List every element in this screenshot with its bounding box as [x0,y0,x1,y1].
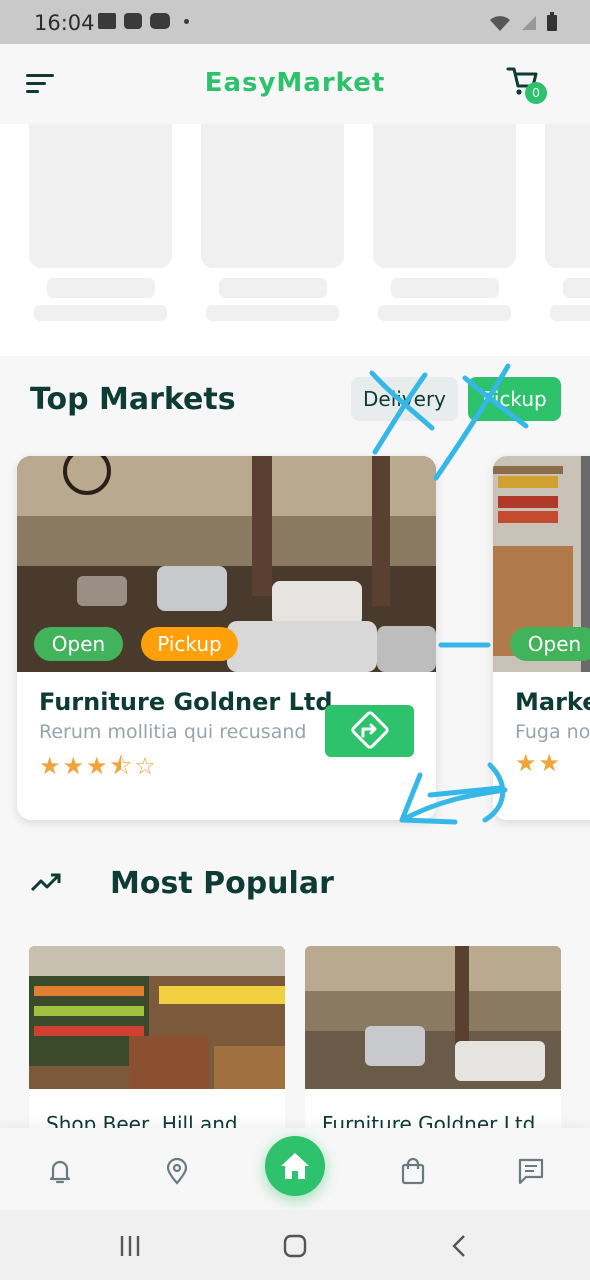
skeleton-card [201,124,344,321]
open-badge: Open [510,627,590,661]
popular-card[interactable]: Furniture Goldner Ltd [305,946,561,1136]
market-card[interactable]: Open Pickup Furniture Goldner Ltd Rerum … [17,456,436,820]
skeleton-card [545,124,590,321]
market-card[interactable]: Open Market Fuga non ★★ [493,456,590,820]
message-icon [124,13,142,29]
system-status-icons [488,12,558,32]
home-icon [281,1153,309,1179]
bell-icon[interactable] [45,1156,75,1186]
cart-count-badge: 0 [525,82,547,104]
status-time: 16:04 [34,11,95,35]
gallery-icon [98,13,116,29]
chat-icon[interactable] [516,1156,546,1186]
youtube-icon [150,13,170,29]
skeleton-card [29,124,172,321]
rating-stars: ★★ [515,749,563,777]
back-icon[interactable] [445,1232,475,1260]
battery-icon [547,12,557,31]
skeleton-card [373,124,516,321]
delivery-filter-chip[interactable]: Delivery [351,377,458,421]
popular-image [29,946,285,1089]
bottom-navigation [0,1128,590,1210]
status-bar: 16:04 [0,0,590,44]
popular-image [305,946,561,1089]
directions-button[interactable] [325,705,414,757]
category-skeleton-row [0,124,590,356]
most-popular-title: Most Popular [110,866,334,901]
wifi-icon [490,16,510,31]
home-button[interactable] [265,1136,325,1196]
more-notifications-icon [184,18,189,24]
system-navigation-bar [0,1210,590,1280]
cart-button[interactable]: 0 [505,64,549,108]
notification-icons [98,13,189,29]
home-system-icon[interactable] [280,1232,310,1260]
recent-apps-icon[interactable] [115,1232,145,1260]
pickup-badge: Pickup [141,627,238,661]
market-name: Furniture Goldner Ltd [39,688,333,716]
location-icon[interactable] [162,1156,192,1186]
directions-icon [351,711,389,749]
top-markets-title: Top Markets [30,382,236,417]
trending-icon [30,873,61,892]
shopping-bag-icon[interactable] [398,1156,428,1186]
rating-stars: ★★★⯪☆ [39,752,158,780]
pickup-filter-chip[interactable]: Pickup [468,377,561,421]
app-title: EasyMarket [204,68,386,98]
market-description: Fuga non [515,721,590,743]
signal-icon [522,16,536,30]
market-name: Market [515,688,590,716]
market-description: Rerum mollitia qui recusandae [39,721,305,743]
open-badge: Open [34,627,123,661]
app-bar: EasyMarket 0 [0,44,590,124]
popular-card[interactable]: Shop Beer, Hill and [29,946,285,1136]
